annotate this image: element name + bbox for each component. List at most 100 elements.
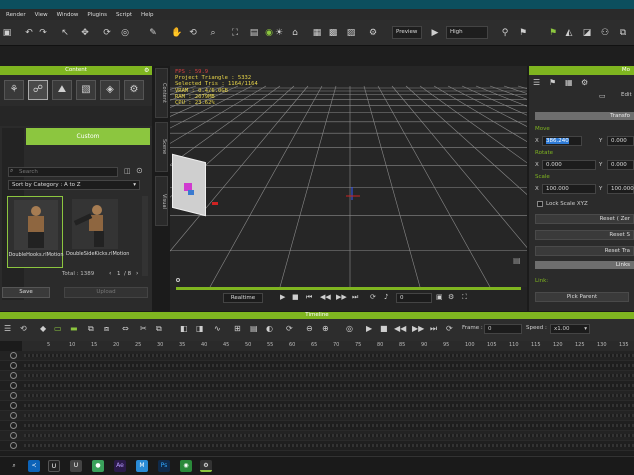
search-input[interactable]: Search	[8, 167, 118, 177]
rotate-y-field[interactable]: 0.000	[607, 160, 634, 170]
timeline-track-row[interactable]	[0, 441, 634, 451]
tab-visual[interactable]: Visual	[155, 176, 168, 226]
menu-script[interactable]: Script	[116, 12, 132, 18]
tl-loop-icon[interactable]: ⟳	[446, 324, 453, 333]
move-x-field[interactable]: 386.240	[542, 136, 582, 146]
motion-icon[interactable]: ⚑	[549, 78, 556, 87]
ease-out-icon[interactable]: ◨	[196, 324, 204, 333]
timeline-ruler[interactable]: 5 10 15 20 25 30 35 40 45 50 55 60 65 70 75 80 85 90 95 100…	[22, 341, 634, 351]
vscode-icon[interactable]: ≺	[28, 460, 40, 472]
frame-input[interactable]: 0	[396, 293, 432, 303]
clip-icon[interactable]: ▬	[70, 324, 78, 333]
motion-builder-icon[interactable]: M	[136, 460, 148, 472]
viewport-menu-icon[interactable]: ▤	[513, 256, 521, 265]
gear-icon[interactable]: ⚙	[448, 293, 454, 301]
timeline-tracks[interactable]	[0, 351, 634, 455]
unreal-editor-icon[interactable]: U	[70, 460, 82, 472]
reset-zero-button[interactable]: Reset ( Zer	[535, 214, 634, 224]
timeline-track-row[interactable]	[0, 401, 634, 411]
content-item[interactable]: DoubleSideKicks.rlMotion	[66, 196, 129, 268]
timeline-track-row[interactable]	[0, 371, 634, 381]
sort-dropdown[interactable]: Sort by Category : A to Z ▾	[8, 180, 140, 190]
frame-icon[interactable]: ⛶	[228, 26, 242, 40]
timeline-track-row[interactable]	[0, 361, 634, 371]
undo-icon[interactable]: ↶	[22, 26, 36, 40]
menu-view[interactable]: View	[35, 12, 48, 18]
content-scrollbar[interactable]	[142, 196, 148, 276]
ease-in-icon[interactable]: ◧	[180, 324, 188, 333]
menu-render[interactable]: Render	[6, 12, 26, 18]
music-icon[interactable]: ♪	[384, 293, 388, 301]
dropdown-circle-icon[interactable]: ⊙	[136, 166, 143, 175]
track-toggle-icon[interactable]	[10, 442, 17, 449]
redo-icon[interactable]: ↷	[36, 26, 50, 40]
camera-pan-icon[interactable]: ✋	[170, 26, 184, 40]
next-frame-icon[interactable]: ▶▶	[336, 293, 347, 301]
pick-parent-button[interactable]: Pick Parent	[535, 292, 629, 302]
tl-play-icon[interactable]: ▶	[366, 324, 372, 333]
zoom-icon[interactable]: ⌕	[206, 26, 220, 40]
image-tab-icon[interactable]: ▧	[76, 80, 96, 100]
timeline-track-row[interactable]	[0, 391, 634, 401]
view-toggle-icon[interactable]: ◫	[124, 167, 131, 175]
sync-icon[interactable]: ⟳	[286, 324, 293, 333]
zoom-in-icon[interactable]: ⊕	[322, 324, 329, 333]
prev-page-icon[interactable]: ‹	[109, 270, 111, 277]
stage-icon[interactable]: ◭	[562, 26, 576, 40]
sliders-icon[interactable]: ☰	[533, 78, 540, 87]
prev-key-icon[interactable]: ⏮	[306, 293, 312, 302]
save-button[interactable]: Save	[2, 287, 50, 298]
menu-plugins[interactable]: Plugins	[87, 12, 107, 18]
edit-icon[interactable]: ▭	[599, 92, 606, 100]
pick-icon[interactable]: ✎	[146, 26, 160, 40]
reset-scale-button[interactable]: Reset S	[535, 230, 634, 240]
track-toggle-icon[interactable]	[10, 362, 17, 369]
camera-settings-icon[interactable]: ▣	[436, 293, 443, 301]
copy-icon[interactable]: ⧉	[616, 26, 630, 40]
curve-icon[interactable]: ∿	[214, 324, 221, 333]
settings-tab-icon[interactable]: ⚙	[124, 80, 144, 100]
select-icon[interactable]: ↖	[58, 26, 72, 40]
light-icon[interactable]: ☀	[272, 26, 286, 40]
timeline-track-row[interactable]	[0, 411, 634, 421]
timeline-frame-input[interactable]: 0	[484, 324, 522, 334]
camera-icon[interactable]: ◪	[580, 26, 594, 40]
tl-prev-icon[interactable]: ◀◀	[394, 324, 406, 333]
track-toggle-icon[interactable]	[10, 382, 17, 389]
scale-y-field[interactable]: 100.000	[607, 184, 634, 194]
fit-icon[interactable]: ◎	[346, 324, 353, 333]
fullscreen-icon[interactable]: ⛶	[462, 293, 467, 302]
reset-transform-button[interactable]: Reset Tra	[535, 246, 634, 256]
rotate-x-field[interactable]: 0.000	[542, 160, 596, 170]
custom-tab-button[interactable]: Custom	[26, 128, 150, 145]
after-effects-icon[interactable]: Ae	[114, 460, 126, 472]
link-icon[interactable]: ⚇	[598, 26, 612, 40]
refresh-icon[interactable]: ⟲	[20, 324, 27, 333]
move-y-field[interactable]: 0.000	[607, 136, 634, 146]
iclone-icon[interactable]: ⚙	[200, 460, 212, 472]
wireframe-icon[interactable]: ▩	[326, 26, 340, 40]
break-icon[interactable]: ⧉	[88, 324, 94, 334]
tab-content[interactable]: Content	[155, 68, 168, 118]
speed-dropdown[interactable]: x1.00 ▾	[550, 324, 590, 334]
scale-icon[interactable]: ◎	[118, 26, 132, 40]
track-toggle-icon[interactable]	[10, 352, 17, 359]
play-icon[interactable]: ▶	[280, 293, 285, 301]
realtime-dropdown[interactable]: Realtime	[223, 293, 263, 303]
track-toggle-icon[interactable]	[10, 432, 17, 439]
open-icon[interactable]: ▣	[0, 26, 14, 40]
camera-orbit-icon[interactable]: ⟲	[186, 26, 200, 40]
track-toggle-icon[interactable]	[10, 392, 17, 399]
track-toggle-icon[interactable]	[10, 372, 17, 379]
render-mode-icon[interactable]: ⚙	[366, 26, 380, 40]
shaded-icon[interactable]: ▨	[344, 26, 358, 40]
timeline-track-row[interactable]	[0, 381, 634, 391]
edit-label[interactable]: Edit	[621, 92, 632, 98]
panel-settings-icon[interactable]: ⚙	[144, 67, 149, 74]
cut-icon[interactable]: ✂	[140, 324, 147, 333]
app-green-icon[interactable]: ◉	[180, 460, 192, 472]
timeline-track-row[interactable]	[0, 421, 634, 431]
menu-help[interactable]: Help	[141, 12, 154, 18]
next-page-icon[interactable]: ›	[136, 270, 138, 277]
track-toggle-icon[interactable]	[10, 402, 17, 409]
